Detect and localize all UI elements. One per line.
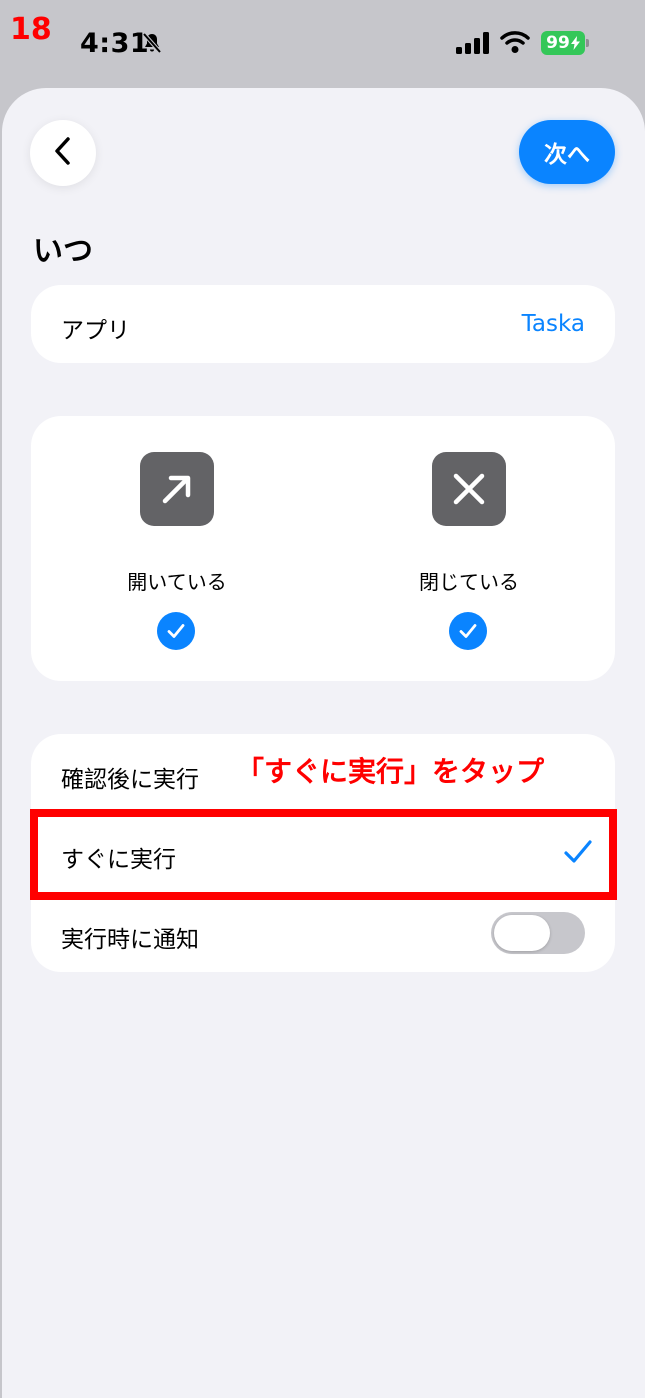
state-option-opened[interactable]: 開いている	[31, 416, 323, 681]
battery-nub	[586, 39, 589, 47]
bell-slash-icon	[140, 31, 164, 59]
page-title: いつ	[33, 234, 93, 269]
run-option-notify: 実行時に通知	[31, 894, 615, 973]
notify-toggle[interactable]	[491, 912, 585, 954]
app-row[interactable]: アプリ Taska	[31, 285, 615, 363]
status-time: 4:31	[80, 28, 150, 59]
next-button[interactable]: 次へ	[519, 120, 615, 184]
step-number: 18	[10, 12, 52, 47]
run-option-label: 実行時に通知	[61, 927, 199, 953]
chevron-left-icon	[52, 136, 74, 170]
arrow-up-right-icon	[140, 452, 214, 526]
battery-charging-icon: 99	[541, 31, 585, 55]
checkmark-circle-icon[interactable]	[449, 612, 487, 650]
battery-level: 99	[546, 33, 570, 53]
back-button[interactable]	[30, 120, 96, 186]
wifi-icon	[500, 30, 530, 58]
state-label-closed: 閉じている	[419, 570, 519, 594]
toggle-knob	[494, 915, 550, 951]
xmark-icon	[432, 452, 506, 526]
state-label-opened: 開いている	[127, 570, 227, 594]
state-option-closed[interactable]: 閉じている	[323, 416, 615, 681]
app-state-card: 開いている 閉じている	[31, 416, 615, 681]
checkmark-icon	[563, 838, 593, 870]
annotation-text: 「すぐに実行」をタップ	[236, 755, 545, 788]
app-value[interactable]: Taska	[522, 311, 585, 337]
screen: 18 4:31 99 次へ いつ アプリ Taska 開いている 閉じている 確…	[0, 0, 645, 1398]
run-option-immediately[interactable]: すぐに実行	[31, 814, 615, 893]
run-option-label: 確認後に実行	[61, 767, 199, 793]
signal-icon	[456, 32, 492, 58]
checkmark-circle-icon[interactable]	[157, 612, 195, 650]
app-label: アプリ	[61, 318, 130, 344]
run-option-label: すぐに実行	[61, 847, 176, 873]
